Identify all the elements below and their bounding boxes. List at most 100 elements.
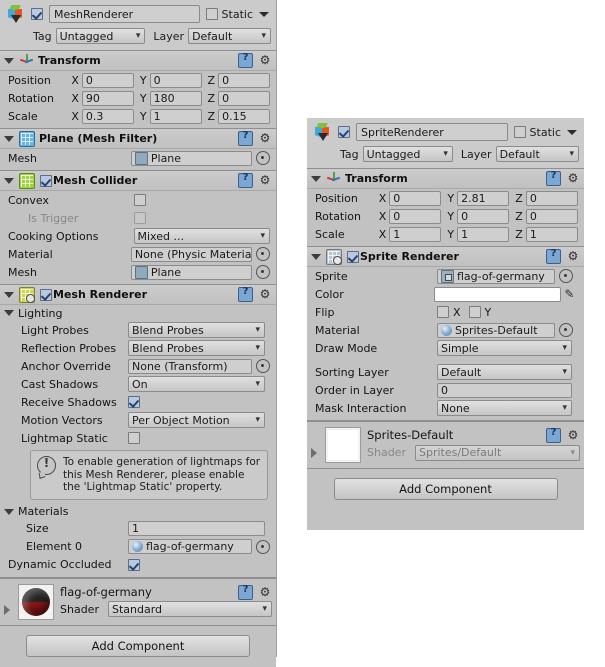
- materials-foldout[interactable]: Materials: [0, 504, 276, 520]
- position-x-input[interactable]: 0: [81, 72, 134, 88]
- shader-dropdown[interactable]: Standard ▾: [108, 601, 272, 617]
- light-probes-dropdown[interactable]: Blend Probes ▾: [128, 322, 265, 338]
- gear-icon[interactable]: ⚙: [258, 288, 272, 301]
- mesh-collider-header[interactable]: Mesh Collider ⚙: [0, 171, 276, 191]
- help-icon[interactable]: [238, 286, 253, 302]
- mesh-collider-enabled-checkbox[interactable]: [40, 174, 52, 187]
- flip-x-checkbox[interactable]: [437, 306, 449, 318]
- physic-material-picker-icon[interactable]: [256, 247, 270, 261]
- rotation-z-input[interactable]: 0: [525, 208, 578, 224]
- scale-x-input[interactable]: 1: [389, 226, 442, 242]
- mesh-filter-header[interactable]: Plane (Mesh Filter) ⚙: [0, 129, 276, 149]
- gameobject-name-input[interactable]: SpriteRenderer: [356, 123, 508, 141]
- transform-foldout-icon[interactable]: [311, 175, 321, 182]
- static-checkbox[interactable]: [205, 8, 218, 20]
- sprite-renderer-header[interactable]: Sprite Renderer ⚙: [307, 247, 584, 267]
- gear-icon[interactable]: ⚙: [566, 250, 580, 263]
- rotation-x-input[interactable]: 0: [389, 208, 442, 224]
- anchor-override-object-field[interactable]: None (Transform): [128, 358, 252, 374]
- scale-z-input[interactable]: 1: [525, 226, 578, 242]
- cast-shadows-dropdown[interactable]: On ▾: [128, 376, 265, 392]
- gear-icon[interactable]: ⚙: [258, 174, 272, 187]
- help-icon[interactable]: [238, 130, 253, 146]
- sprite-object-field[interactable]: flag-of-germany: [437, 268, 555, 284]
- scale-y-input[interactable]: 1: [149, 108, 202, 124]
- lighting-foldout[interactable]: Lighting: [0, 305, 276, 321]
- reflection-probes-dropdown[interactable]: Blend Probes ▾: [128, 340, 265, 356]
- element0-picker-icon[interactable]: [256, 539, 270, 554]
- static-checkbox[interactable]: [513, 126, 526, 138]
- sprite-material-picker-icon[interactable]: [559, 323, 573, 337]
- cooking-options-dropdown[interactable]: Mixed ... ▾: [133, 228, 270, 244]
- help-icon[interactable]: [238, 172, 253, 188]
- static-dropdown-arrow-icon[interactable]: [259, 11, 269, 17]
- eyedropper-icon[interactable]: ✎: [564, 287, 578, 301]
- scale-z-input[interactable]: 0.15: [218, 108, 271, 124]
- position-y-input[interactable]: 2.81: [457, 190, 510, 206]
- sprite-renderer-foldout-icon[interactable]: [311, 253, 321, 260]
- sprite-renderer-enabled-checkbox[interactable]: [347, 250, 359, 263]
- gear-icon[interactable]: ⚙: [258, 132, 272, 145]
- scale-y-input[interactable]: 1: [457, 226, 510, 242]
- lighting-foldout-icon[interactable]: [4, 310, 14, 316]
- help-icon[interactable]: [238, 52, 253, 68]
- gameobject-active-checkbox[interactable]: [31, 8, 43, 20]
- collider-mesh-object-field[interactable]: Plane: [130, 264, 252, 280]
- flip-y-checkbox[interactable]: [468, 306, 481, 318]
- material-foldout-icon[interactable]: [4, 604, 10, 615]
- help-icon[interactable]: [546, 248, 561, 264]
- convex-checkbox[interactable]: [134, 194, 146, 206]
- transform-header[interactable]: Transform ⚙: [0, 51, 276, 71]
- layer-dropdown[interactable]: Default ▾: [495, 146, 579, 162]
- rotation-y-input[interactable]: 0: [457, 208, 510, 224]
- add-component-button[interactable]: Add Component: [333, 478, 558, 500]
- sorting-layer-dropdown[interactable]: Default ▾: [437, 364, 572, 380]
- rotation-y-input[interactable]: 180: [149, 90, 202, 106]
- physic-material-object-field[interactable]: None (Physic Materia: [130, 246, 252, 262]
- rotation-x-input[interactable]: 90: [81, 90, 134, 106]
- mesh-object-picker-icon[interactable]: [256, 151, 270, 165]
- collider-mesh-picker-icon[interactable]: [256, 265, 270, 279]
- help-icon[interactable]: [238, 584, 253, 600]
- position-z-input[interactable]: 0: [525, 190, 578, 206]
- transform-foldout-icon[interactable]: [4, 57, 14, 64]
- materials-foldout-icon[interactable]: [4, 508, 14, 515]
- order-in-layer-input[interactable]: 0: [437, 382, 572, 398]
- gameobject-active-checkbox[interactable]: [338, 126, 350, 138]
- element0-object-field[interactable]: flag-of-germany: [128, 539, 252, 554]
- mesh-renderer-foldout-icon[interactable]: [4, 291, 14, 298]
- size-input[interactable]: 1: [128, 521, 265, 536]
- lightmap-static-checkbox[interactable]: [128, 432, 140, 444]
- gear-icon[interactable]: ⚙: [258, 54, 272, 67]
- position-z-input[interactable]: 0: [218, 72, 271, 88]
- mesh-collider-foldout-icon[interactable]: [4, 177, 14, 184]
- receive-shadows-checkbox[interactable]: [128, 396, 140, 408]
- sprite-material-object-field[interactable]: Sprites-Default: [437, 322, 555, 338]
- gear-icon[interactable]: ⚙: [566, 429, 580, 442]
- mesh-renderer-enabled-checkbox[interactable]: [40, 288, 52, 301]
- scale-x-input[interactable]: 0.3: [81, 108, 134, 124]
- static-dropdown-arrow-icon[interactable]: [567, 129, 577, 135]
- position-x-input[interactable]: 0: [389, 190, 442, 206]
- sprite-picker-icon[interactable]: [559, 269, 573, 283]
- color-swatch-field[interactable]: [434, 286, 562, 302]
- gear-icon[interactable]: ⚙: [258, 585, 272, 599]
- rotation-z-input[interactable]: 0: [218, 90, 271, 106]
- tag-dropdown[interactable]: Untagged ▾: [362, 146, 453, 162]
- transform-header[interactable]: Transform ⚙: [307, 169, 584, 189]
- mesh-object-field[interactable]: Plane: [130, 150, 252, 166]
- motion-vectors-dropdown[interactable]: Per Object Motion ▾: [128, 412, 265, 428]
- gameobject-name-input[interactable]: MeshRenderer: [49, 5, 200, 23]
- tag-dropdown[interactable]: Untagged ▾: [55, 28, 146, 44]
- layer-dropdown[interactable]: Default ▾: [188, 28, 271, 44]
- add-component-button[interactable]: Add Component: [26, 634, 250, 657]
- draw-mode-dropdown[interactable]: Simple ▾: [437, 340, 572, 356]
- dynamic-occluded-checkbox[interactable]: [128, 558, 140, 571]
- gear-icon[interactable]: ⚙: [566, 172, 580, 185]
- position-y-input[interactable]: 0: [149, 72, 202, 88]
- anchor-override-picker-icon[interactable]: [256, 359, 270, 373]
- material-foldout-icon[interactable]: [311, 448, 317, 458]
- mesh-renderer-header[interactable]: Mesh Renderer ⚙: [0, 285, 276, 305]
- mask-interaction-dropdown[interactable]: None ▾: [437, 400, 572, 416]
- mesh-filter-foldout-icon[interactable]: [4, 135, 14, 142]
